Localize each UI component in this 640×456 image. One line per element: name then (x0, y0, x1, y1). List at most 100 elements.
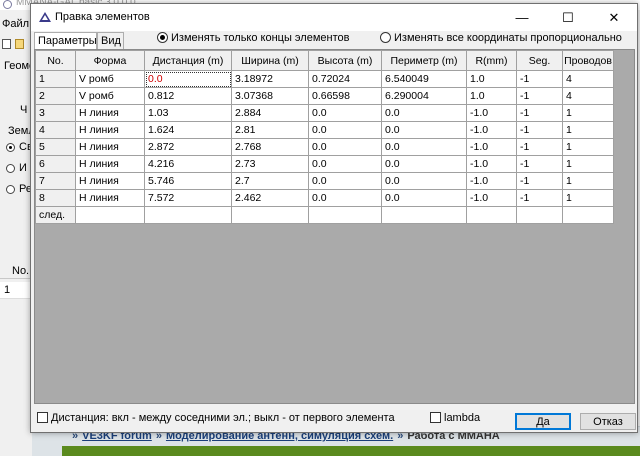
cell-perimeter[interactable]: 0.0 (381, 155, 467, 173)
empty-cell[interactable] (381, 206, 467, 224)
cell-radius[interactable]: 1.0 (466, 87, 517, 105)
cell-shape[interactable]: Н линия (75, 189, 145, 207)
tab-view[interactable]: Вид (97, 32, 124, 49)
cell-wires[interactable]: 1 (562, 189, 614, 207)
cell-wires[interactable]: 1 (562, 121, 614, 139)
radio-ends-only[interactable]: Изменять только концы элементов (157, 30, 349, 46)
cell-segments[interactable]: -1 (516, 155, 563, 173)
cell-segments[interactable]: -1 (516, 138, 563, 156)
cell-radius[interactable]: -1.0 (466, 189, 517, 207)
cell-shape[interactable]: V ромб (75, 70, 145, 88)
tab-parameters[interactable]: Параметры (34, 32, 97, 49)
cell-height[interactable]: 0.72024 (308, 70, 382, 88)
empty-cell[interactable] (308, 206, 382, 224)
cell-width[interactable]: 2.462 (231, 189, 309, 207)
cell-radius[interactable]: -1.0 (466, 172, 517, 190)
empty-cell[interactable] (466, 206, 517, 224)
dialog-titlebar[interactable]: Правка элементов — ☐ ✕ (31, 4, 637, 31)
lambda-checkbox[interactable] (430, 412, 441, 423)
empty-cell[interactable] (144, 206, 232, 224)
cell-height[interactable]: 0.0 (308, 104, 382, 122)
table-row-next[interactable]: след. (35, 206, 614, 224)
table-row[interactable]: 8Н линия 7.572 2.462 0.0 0.0 -1.0 -1 1 (35, 189, 614, 207)
cell-distance[interactable]: 7.572 (144, 189, 232, 207)
cell-height[interactable]: 0.0 (308, 155, 382, 173)
radio-proportional[interactable]: Изменять все координаты пропорционально (380, 30, 622, 46)
cell-no[interactable]: 5 (35, 138, 76, 156)
cell-height[interactable]: 0.0 (308, 121, 382, 139)
cell-height[interactable]: 0.0 (308, 189, 382, 207)
table-row[interactable]: 1V ромб 0.0 3.18972 0.72024 6.540049 1.0 -1 4 (35, 70, 614, 88)
cell-no[interactable]: 1 (35, 70, 76, 88)
cell-radius[interactable]: -1.0 (466, 138, 517, 156)
elements-grid-area[interactable]: No. Форма Дистанция (m) Ширина (m) Высот… (34, 49, 635, 404)
empty-cell[interactable] (562, 206, 614, 224)
open-folder-icon[interactable] (15, 39, 24, 49)
cell-width[interactable]: 2.7 (231, 172, 309, 190)
cell-wires[interactable]: 1 (562, 104, 614, 122)
cell-height[interactable]: 0.66598 (308, 87, 382, 105)
cell-shape[interactable]: Н линия (75, 104, 145, 122)
cell-perimeter[interactable]: 0.0 (381, 121, 467, 139)
distance-mode-checkbox[interactable] (37, 412, 48, 423)
table-row[interactable]: 3Н линия 1.03 2.884 0.0 0.0 -1.0 -1 1 (35, 104, 614, 122)
cell-segments[interactable]: -1 (516, 87, 563, 105)
cell-wires[interactable]: 4 (562, 70, 614, 88)
cell-height[interactable]: 0.0 (308, 172, 382, 190)
cell-distance[interactable]: 4.216 (144, 155, 232, 173)
cell-no[interactable]: 8 (35, 189, 76, 207)
cell-width[interactable]: 2.73 (231, 155, 309, 173)
cancel-button[interactable]: Отказ (580, 413, 636, 430)
cell-radius[interactable]: -1.0 (466, 121, 517, 139)
table-row[interactable]: 5Н линия 2.872 2.768 0.0 0.0 -1.0 -1 1 (35, 138, 614, 156)
cell-segments[interactable]: -1 (516, 70, 563, 88)
table-row[interactable]: 7Н линия 5.746 2.7 0.0 0.0 -1.0 -1 1 (35, 172, 614, 190)
radio-proportional-indicator[interactable] (380, 32, 391, 43)
cell-wires[interactable]: 4 (562, 87, 614, 105)
cell-shape[interactable]: Н линия (75, 155, 145, 173)
close-button[interactable]: ✕ (591, 4, 637, 31)
menu-file[interactable]: Файл (2, 18, 29, 30)
cell-no[interactable]: 3 (35, 104, 76, 122)
cell-distance[interactable]: 0.0 (144, 70, 232, 88)
maximize-button[interactable]: ☐ (545, 4, 591, 31)
cell-distance[interactable]: 1.03 (144, 104, 232, 122)
cell-width[interactable]: 2.884 (231, 104, 309, 122)
cell-distance[interactable]: 0.812 (144, 87, 232, 105)
radio-ends-only-indicator[interactable] (157, 32, 168, 43)
table-row[interactable]: 2V ромб 0.812 3.07368 0.66598 6.290004 1.0 -1 4 (35, 87, 614, 105)
bg-radio-1[interactable] (6, 143, 15, 152)
table-row[interactable]: 4Н линия 1.624 2.81 0.0 0.0 -1.0 -1 1 (35, 121, 614, 139)
cell-perimeter[interactable]: 0.0 (381, 172, 467, 190)
cell-segments[interactable]: -1 (516, 189, 563, 207)
cell-segments[interactable]: -1 (516, 104, 563, 122)
cell-width[interactable]: 3.07368 (231, 87, 309, 105)
empty-cell[interactable] (75, 206, 145, 224)
cell-shape[interactable]: Н линия (75, 121, 145, 139)
minimize-button[interactable]: — (499, 4, 545, 31)
cell-width[interactable]: 2.768 (231, 138, 309, 156)
cell-perimeter[interactable]: 6.290004 (381, 87, 467, 105)
cell-no[interactable]: 4 (35, 121, 76, 139)
cell-distance[interactable]: 2.872 (144, 138, 232, 156)
cell-wires[interactable]: 1 (562, 172, 614, 190)
cell-no[interactable]: 2 (35, 87, 76, 105)
cell-height[interactable]: 0.0 (308, 138, 382, 156)
cell-perimeter[interactable]: 6.540049 (381, 70, 467, 88)
next-row-label[interactable]: след. (35, 206, 76, 224)
cell-radius[interactable]: -1.0 (466, 155, 517, 173)
empty-cell[interactable] (231, 206, 309, 224)
new-file-icon[interactable] (2, 39, 11, 49)
bg-radio-3[interactable] (6, 185, 15, 194)
cell-wires[interactable]: 1 (562, 138, 614, 156)
cell-width[interactable]: 3.18972 (231, 70, 309, 88)
cell-perimeter[interactable]: 0.0 (381, 138, 467, 156)
cell-no[interactable]: 7 (35, 172, 76, 190)
cell-wires[interactable]: 1 (562, 155, 614, 173)
cell-shape[interactable]: V ромб (75, 87, 145, 105)
distance-mode-option[interactable]: Дистанция: вкл - между соседними эл.; вы… (37, 412, 395, 424)
bg-radio-2[interactable] (6, 164, 15, 173)
ok-button[interactable]: Да (515, 413, 571, 430)
cell-shape[interactable]: Н линия (75, 138, 145, 156)
lambda-option[interactable]: lambda (430, 412, 480, 424)
